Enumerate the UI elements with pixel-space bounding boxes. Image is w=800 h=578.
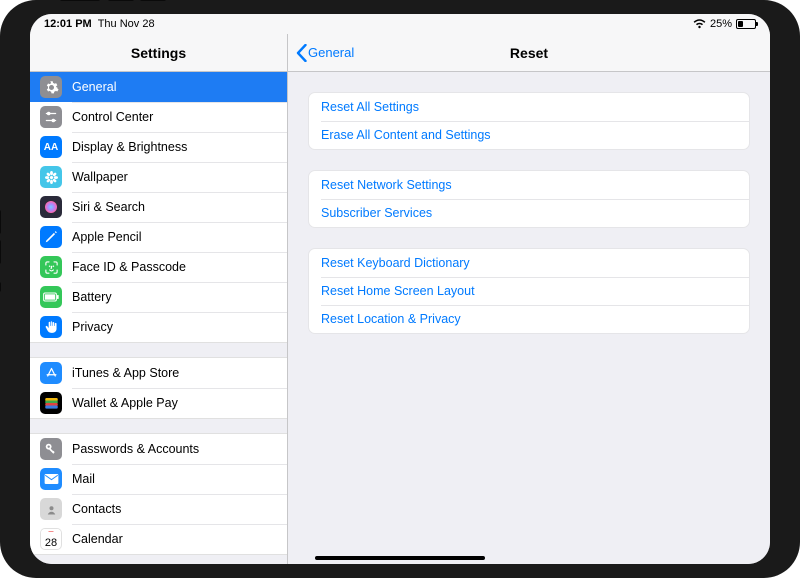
sidebar-item-mail[interactable]: Mail	[30, 464, 287, 494]
sidebar-item-label: Wallet & Apple Pay	[72, 396, 178, 410]
sidebar-item-label: iTunes & App Store	[72, 366, 179, 380]
reset-option-reset-location-privacy[interactable]: Reset Location & Privacy	[309, 305, 749, 333]
sidebar-item-label: General	[72, 80, 116, 94]
wallet-icon	[40, 392, 62, 414]
sidebar-item-apple-pencil[interactable]: Apple Pencil	[30, 222, 287, 252]
battery-icon	[736, 19, 756, 29]
wifi-icon	[693, 19, 706, 29]
sidebar-item-label: Siri & Search	[72, 200, 145, 214]
reset-option-reset-network-settings[interactable]: Reset Network Settings	[309, 171, 749, 199]
reset-option-erase-all-content-and-settings[interactable]: Erase All Content and Settings	[309, 121, 749, 149]
contacts-icon	[40, 498, 62, 520]
sidebar-item-itunes[interactable]: iTunes & App Store	[30, 358, 287, 388]
sidebar-item-control-center[interactable]: Control Center	[30, 102, 287, 132]
mail-icon	[40, 468, 62, 490]
chevron-left-icon	[296, 44, 307, 62]
detail-title: Reset	[510, 45, 548, 61]
sidebar-item-display[interactable]: AA Display & Brightness	[30, 132, 287, 162]
home-indicator	[315, 556, 485, 560]
sidebar-item-label: Face ID & Passcode	[72, 260, 186, 274]
sidebar-item-label: Wallpaper	[72, 170, 128, 184]
back-label: General	[308, 45, 354, 60]
reset-option-reset-home-screen-layout[interactable]: Reset Home Screen Layout	[309, 277, 749, 305]
sidebar-item-wallet[interactable]: Wallet & Apple Pay	[30, 388, 287, 418]
status-bar: 12:01 PM Thu Nov 28 25%	[30, 14, 770, 34]
hand-icon	[40, 316, 62, 338]
calendar-icon: —28	[40, 528, 62, 550]
detail-pane: General Reset Reset All SettingsErase Al…	[288, 34, 770, 564]
sidebar-item-label: Apple Pencil	[72, 230, 142, 244]
sidebar-item-label: Display & Brightness	[72, 140, 187, 154]
sidebar-item-label: Passwords & Accounts	[72, 442, 199, 456]
face-icon	[40, 256, 62, 278]
appstore-icon	[40, 362, 62, 384]
flower-icon	[40, 166, 62, 188]
sidebar-item-passwords[interactable]: Passwords & Accounts	[30, 434, 287, 464]
sidebar-item-general[interactable]: General	[30, 72, 287, 102]
sidebar-item-battery[interactable]: Battery	[30, 282, 287, 312]
back-button[interactable]: General	[296, 44, 354, 62]
reset-option-reset-keyboard-dictionary[interactable]: Reset Keyboard Dictionary	[309, 249, 749, 277]
sidebar-item-label: Battery	[72, 290, 112, 304]
reset-option-subscriber-services[interactable]: Subscriber Services	[309, 199, 749, 227]
siri-icon	[40, 196, 62, 218]
sidebar-item-label: Contacts	[72, 502, 121, 516]
sidebar-item-wallpaper[interactable]: Wallpaper	[30, 162, 287, 192]
battery-percent: 25%	[710, 18, 732, 30]
sidebar-header: Settings	[30, 34, 287, 72]
sliders-icon	[40, 106, 62, 128]
sidebar-item-siri[interactable]: Siri & Search	[30, 192, 287, 222]
settings-sidebar: Settings General Control Center AA Display …	[30, 34, 288, 564]
sidebar-item-label: Privacy	[72, 320, 113, 334]
AA-icon: AA	[40, 136, 62, 158]
pencil-icon	[40, 226, 62, 248]
sidebar-item-label: Control Center	[72, 110, 153, 124]
sidebar-title: Settings	[131, 45, 186, 61]
key-icon	[40, 438, 62, 460]
sidebar-item-label: Mail	[72, 472, 95, 486]
detail-header: General Reset	[288, 34, 770, 72]
sidebar-item-faceid[interactable]: Face ID & Passcode	[30, 252, 287, 282]
sidebar-item-calendar[interactable]: —28 Calendar	[30, 524, 287, 554]
status-date: Thu Nov 28	[98, 18, 155, 30]
sidebar-item-contacts[interactable]: Contacts	[30, 494, 287, 524]
sidebar-item-privacy[interactable]: Privacy	[30, 312, 287, 342]
status-time: 12:01 PM	[44, 18, 92, 30]
battery-icon	[40, 286, 62, 308]
reset-option-reset-all-settings[interactable]: Reset All Settings	[309, 93, 749, 121]
sidebar-item-label: Calendar	[72, 532, 123, 546]
gear-icon	[40, 76, 62, 98]
